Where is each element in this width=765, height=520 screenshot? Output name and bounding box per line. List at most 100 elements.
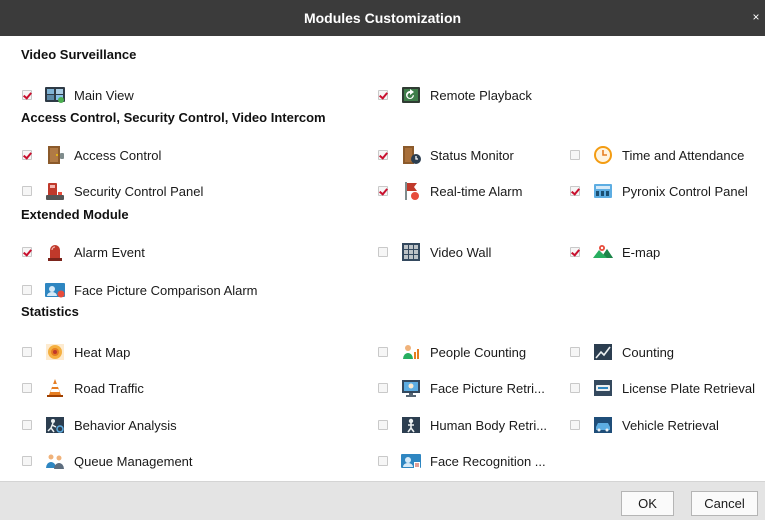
module-vehicle-retrieval[interactable]: Vehicle Retrieval bbox=[570, 414, 719, 436]
remote-playback-icon bbox=[402, 87, 420, 103]
behavior-label: Behavior Analysis bbox=[74, 417, 177, 433]
module-time-attendance[interactable]: Time and Attendance bbox=[570, 144, 744, 166]
alarm-event-label: Alarm Event bbox=[74, 244, 145, 260]
status-monitor-icon bbox=[403, 146, 421, 164]
map-icon bbox=[593, 245, 613, 258]
module-security-control-panel[interactable]: Security Control Panel bbox=[22, 180, 203, 202]
heat-map-checkbox[interactable] bbox=[22, 347, 32, 357]
traffic-cone-icon bbox=[47, 379, 63, 397]
human-body-icon bbox=[402, 417, 420, 433]
siren-icon bbox=[48, 245, 62, 261]
road-traffic-label: Road Traffic bbox=[74, 380, 144, 396]
module-access-control[interactable]: Access Control bbox=[22, 144, 161, 166]
heat-map-label: Heat Map bbox=[74, 344, 131, 360]
plate-retrieval-checkbox[interactable] bbox=[570, 383, 580, 393]
dialog-title: Modules Customization bbox=[303, 10, 462, 26]
dialog-footer: OK Cancel bbox=[0, 481, 765, 520]
module-realtime-alarm[interactable]: Real-time Alarm bbox=[378, 180, 522, 202]
section-video-surveillance: Video Surveillance bbox=[21, 47, 137, 62]
module-face-picture-comparison-alarm[interactable]: Face Picture Comparison Alarm bbox=[22, 279, 258, 301]
queue-checkbox[interactable] bbox=[22, 456, 32, 466]
time-attendance-checkbox[interactable] bbox=[570, 150, 580, 160]
remote-playback-label: Remote Playback bbox=[430, 87, 532, 103]
counting-icon bbox=[594, 344, 612, 360]
e-map-checkbox[interactable] bbox=[570, 247, 580, 257]
module-main-view[interactable]: Main View bbox=[22, 84, 134, 106]
main-view-label: Main View bbox=[74, 87, 134, 103]
status-monitor-label: Status Monitor bbox=[430, 147, 514, 163]
counting-label: Counting bbox=[622, 344, 675, 360]
module-heat-map[interactable]: Heat Map bbox=[22, 341, 130, 363]
time-attendance-label: Time and Attendance bbox=[622, 147, 745, 163]
video-wall-icon bbox=[402, 243, 420, 261]
face-comparison-label: Face Picture Comparison Alarm bbox=[74, 282, 258, 298]
e-map-label: E-map bbox=[622, 244, 661, 260]
access-control-door-icon bbox=[48, 146, 64, 164]
module-behavior-analysis[interactable]: Behavior Analysis bbox=[22, 414, 177, 436]
people-counting-label: People Counting bbox=[430, 344, 527, 360]
module-counting[interactable]: Counting bbox=[570, 341, 674, 363]
module-face-recognition[interactable]: Face Recognition ... bbox=[378, 450, 546, 472]
license-plate-icon bbox=[594, 380, 612, 396]
face-comparison-icon bbox=[45, 283, 65, 298]
video-wall-label: Video Wall bbox=[430, 244, 492, 260]
module-license-plate-retrieval[interactable]: License Plate Retrieval bbox=[570, 377, 755, 399]
cancel-button[interactable]: Cancel bbox=[691, 491, 758, 516]
vehicle-icon bbox=[594, 417, 612, 433]
module-e-map[interactable]: E-map bbox=[570, 241, 660, 263]
face-recognition-checkbox[interactable] bbox=[378, 456, 388, 466]
main-view-icon bbox=[45, 87, 65, 103]
clock-icon bbox=[594, 146, 612, 164]
realtime-alarm-checkbox[interactable] bbox=[378, 186, 388, 196]
modules-customization-dialog: Modules Customization × Video Surveillan… bbox=[0, 0, 765, 520]
module-road-traffic[interactable]: Road Traffic bbox=[22, 377, 144, 399]
module-status-monitor[interactable]: Status Monitor bbox=[378, 144, 514, 166]
queue-icon bbox=[46, 454, 64, 469]
module-remote-playback[interactable]: Remote Playback bbox=[378, 84, 532, 106]
road-traffic-checkbox[interactable] bbox=[22, 383, 32, 393]
pyronix-panel-icon bbox=[594, 184, 612, 198]
pyronix-label: Pyronix Control Panel bbox=[622, 183, 748, 199]
title-bar: Modules Customization × bbox=[0, 0, 765, 36]
heat-map-icon bbox=[46, 344, 64, 360]
face-retrieval-label: Face Picture Retri... bbox=[430, 380, 545, 396]
module-alarm-event[interactable]: Alarm Event bbox=[22, 241, 145, 263]
video-wall-checkbox[interactable] bbox=[378, 247, 388, 257]
status-monitor-checkbox[interactable] bbox=[378, 150, 388, 160]
face-retrieval-checkbox[interactable] bbox=[378, 383, 388, 393]
human-body-label: Human Body Retri... bbox=[430, 417, 548, 433]
pyronix-checkbox[interactable] bbox=[570, 186, 580, 196]
main-view-checkbox[interactable] bbox=[22, 90, 32, 100]
section-statistics: Statistics bbox=[21, 304, 79, 319]
module-face-picture-retrieval[interactable]: Face Picture Retri... bbox=[378, 377, 545, 399]
face-recognition-label: Face Recognition ... bbox=[430, 453, 546, 469]
module-pyronix-control-panel[interactable]: Pyronix Control Panel bbox=[570, 180, 748, 202]
behavior-checkbox[interactable] bbox=[22, 420, 32, 430]
module-human-body-retrieval[interactable]: Human Body Retri... bbox=[378, 414, 547, 436]
alarm-flag-icon bbox=[405, 182, 419, 200]
plate-retrieval-label: License Plate Retrieval bbox=[622, 380, 755, 396]
ok-button[interactable]: OK bbox=[621, 491, 674, 516]
security-panel-icon bbox=[46, 183, 64, 200]
counting-checkbox[interactable] bbox=[570, 347, 580, 357]
close-button[interactable]: × bbox=[750, 10, 762, 24]
remote-playback-checkbox[interactable] bbox=[378, 90, 388, 100]
face-retrieval-icon bbox=[402, 380, 420, 397]
vehicle-checkbox[interactable] bbox=[570, 420, 580, 430]
security-panel-checkbox[interactable] bbox=[22, 186, 32, 196]
module-video-wall[interactable]: Video Wall bbox=[378, 241, 491, 263]
behavior-analysis-icon bbox=[46, 417, 64, 433]
access-control-checkbox[interactable] bbox=[22, 150, 32, 160]
face-comparison-checkbox[interactable] bbox=[22, 285, 32, 295]
section-access-control: Access Control, Security Control, Video … bbox=[21, 110, 326, 125]
alarm-event-checkbox[interactable] bbox=[22, 247, 32, 257]
module-people-counting[interactable]: People Counting bbox=[378, 341, 526, 363]
module-queue-management[interactable]: Queue Management bbox=[22, 450, 193, 472]
face-recognition-icon bbox=[401, 454, 421, 469]
access-control-label: Access Control bbox=[74, 147, 162, 163]
realtime-alarm-label: Real-time Alarm bbox=[430, 183, 523, 199]
human-body-checkbox[interactable] bbox=[378, 420, 388, 430]
people-counting-icon bbox=[403, 345, 419, 359]
people-counting-checkbox[interactable] bbox=[378, 347, 388, 357]
vehicle-label: Vehicle Retrieval bbox=[622, 417, 719, 433]
